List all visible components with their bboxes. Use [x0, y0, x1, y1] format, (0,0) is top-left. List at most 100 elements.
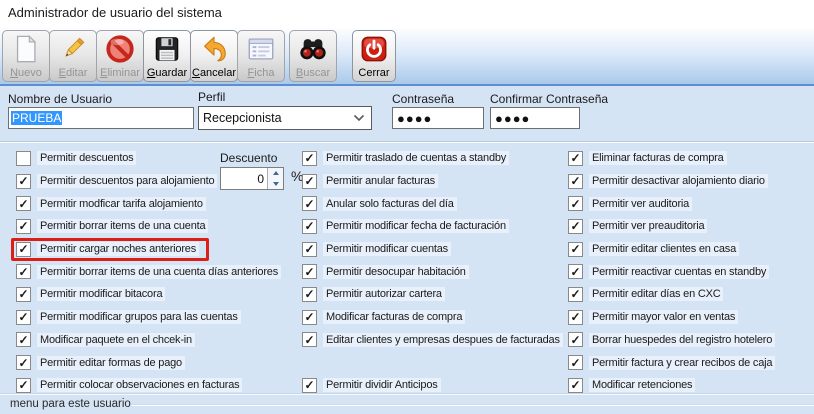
checkbox-permitir-descuentos[interactable] — [16, 150, 31, 166]
permission-label: Permitir modficar tarifa alojamiento — [37, 196, 206, 211]
checkbox-permitir-reactivar-cuentas-en-standby[interactable]: ✓ — [568, 264, 583, 280]
user-admin-window: Administrador de usuario del sistema Nue… — [0, 0, 814, 414]
permission-label: Permitir desocupar habitación — [323, 264, 469, 279]
checkbox-permitir-editar-d-as-en-cxc[interactable]: ✓ — [568, 286, 583, 302]
checkbox-permitir-modficar-tarifa-alojamiento[interactable]: ✓ — [16, 196, 31, 212]
toolbar-button-cancelar[interactable]: Cancelar — [190, 30, 238, 82]
password-input[interactable]: ●●●● — [392, 107, 484, 129]
new-document-icon — [11, 32, 41, 66]
checkbox-permitir-autorizar-cartera[interactable]: ✓ — [302, 286, 317, 302]
permission-row: ✓ Permitir descuentos para alojamiento — [11, 170, 291, 193]
checkbox-permitir-modificar-bitacora[interactable]: ✓ — [16, 286, 31, 302]
toolbar-button-editar[interactable]: Editar — [49, 30, 97, 82]
profile-select[interactable]: Recepcionista — [198, 106, 372, 130]
checkbox-permitir-anular-facturas[interactable]: ✓ — [302, 173, 317, 189]
checkbox-permitir-dividir-anticipos[interactable]: ✓ — [302, 377, 317, 393]
toolbar-button-cerrar[interactable]: Cerrar — [352, 30, 396, 82]
content-area: Nombre de Usuario PRUEBA Perfil Recepcio… — [0, 86, 814, 414]
permissions-column-2: ✓ Permitir traslado de cuentas a standby… — [297, 147, 573, 397]
permission-label: Permitir colocar observaciones en factur… — [37, 378, 243, 393]
permission-label: Permitir borrar items de una cuenta días… — [37, 264, 282, 279]
profile-selected-value: Recepcionista — [203, 111, 282, 125]
confirm-password-input[interactable]: ●●●● — [490, 107, 580, 129]
permission-row: ✓ Eliminar facturas de compra — [563, 147, 785, 170]
checkbox-permitir-modificar-cuentas[interactable]: ✓ — [302, 241, 317, 257]
toolbar-button-guardar[interactable]: Guardar — [143, 30, 191, 82]
checkbox-anular-solo-facturas-del-d-a[interactable]: ✓ — [302, 196, 317, 212]
toolbar-button-label: Editar — [58, 67, 88, 79]
toolbar-button-label: Cancelar — [191, 67, 237, 79]
permission-row: ✓ Anular solo facturas del día — [297, 192, 573, 215]
permission-row: Permitir descuentos — [11, 147, 291, 170]
toolbar: Nuevo Editar Eliminar Guardar Cancelar F… — [0, 28, 814, 86]
checkbox-borrar-huespedes-del-registro-hotelero[interactable]: ✓ — [568, 332, 583, 348]
checkbox-permitir-modificar-fecha-de-facturaci-n[interactable]: ✓ — [302, 218, 317, 234]
checkbox-modificar-facturas-de-compra[interactable]: ✓ — [302, 309, 317, 325]
confirm-password-label: Confirmar Contraseña — [490, 92, 609, 106]
permission-label: Eliminar facturas de compra — [589, 151, 727, 166]
checkbox-modificar-paquete-en-el-chcek-in[interactable]: ✓ — [16, 332, 31, 348]
permission-label: Modificar paquete en el chcek-in — [37, 332, 195, 347]
checkbox-permitir-desocupar-habitaci-n[interactable]: ✓ — [302, 264, 317, 280]
toolbar-button-nuevo[interactable]: Nuevo — [2, 30, 50, 82]
checkbox-permitir-editar-formas-de-pago[interactable]: ✓ — [16, 355, 31, 371]
permission-row — [297, 351, 573, 374]
toolbar-button-label: Cerrar — [358, 67, 390, 79]
permission-label: Permitir cargar noches anteriores — [37, 242, 200, 257]
checkbox-modificar-retenciones[interactable]: ✓ — [568, 377, 583, 393]
username-selected-text: PRUEBA — [11, 111, 63, 125]
checkbox-permitir-traslado-de-cuentas-a-standby[interactable]: ✓ — [302, 150, 317, 166]
checkbox-permitir-ver-auditoria[interactable]: ✓ — [568, 196, 583, 212]
permission-label: Permitir autorizar cartera — [323, 287, 445, 302]
checkbox-permitir-borrar-items-de-una-cuenta-d-as-anteriores[interactable]: ✓ — [16, 264, 31, 280]
permission-label: Permitir desactivar alojamiento diario — [589, 174, 768, 189]
permission-label: Permitir descuentos para alojamiento — [37, 174, 218, 189]
chevron-down-icon — [353, 111, 365, 125]
permission-label: Permitir reactivar cuentas en standby — [589, 264, 770, 279]
power-icon — [359, 32, 389, 66]
toolbar-button-eliminar[interactable]: Eliminar — [96, 30, 144, 82]
toolbar-button-buscar[interactable]: Buscar — [289, 30, 337, 82]
toolbar-button-label: Guardar — [146, 67, 188, 79]
permission-label: Permitir borrar items de una cuenta — [37, 219, 209, 234]
toolbar-button-label: Nuevo — [10, 67, 42, 79]
checkbox-permitir-modificar-grupos-para-las-cuentas[interactable]: ✓ — [16, 309, 31, 325]
checkbox-permitir-cargar-noches-anteriores[interactable]: ✓ — [16, 241, 31, 257]
permission-label: Permitir modificar bitacora — [37, 287, 166, 302]
permission-row: ✓ Permitir modificar grupos para las cue… — [11, 306, 291, 329]
checkbox-permitir-editar-clientes-en-casa[interactable]: ✓ — [568, 241, 583, 257]
checkbox-eliminar-facturas-de-compra[interactable]: ✓ — [568, 150, 583, 166]
permission-label: Permitir anular facturas — [323, 174, 438, 189]
permission-label: Permitir descuentos — [37, 151, 137, 166]
permissions-column-3: ✓ Eliminar facturas de compra ✓ Permitir… — [563, 147, 785, 397]
permission-row: ✓ Permitir ver auditoria — [563, 192, 785, 215]
checkbox-permitir-desactivar-alojamiento-diario[interactable]: ✓ — [568, 173, 583, 189]
checkbox-editar-clientes-y-empresas-despues-de-facturadas[interactable]: ✓ — [302, 332, 317, 348]
permission-label: Permitir traslado de cuentas a standby — [323, 151, 510, 166]
checkbox-permitir-borrar-items-de-una-cuenta[interactable]: ✓ — [16, 218, 31, 234]
footer-groupbox-label: menu para este usuario — [10, 398, 131, 410]
floppy-disk-icon — [152, 32, 182, 66]
permission-row: ✓ Permitir borrar items de una cuenta dí… — [11, 260, 291, 283]
permission-label: Modificar retenciones — [589, 378, 696, 393]
checkbox-permitir-mayor-valor-en-ventas[interactable]: ✓ — [568, 309, 583, 325]
permission-label: Permitir modificar grupos para las cuent… — [37, 310, 241, 325]
permission-label: Editar clientes y empresas despues de fa… — [323, 332, 563, 347]
permission-label: Permitir ver auditoria — [589, 196, 693, 211]
username-input[interactable]: PRUEBA — [8, 107, 194, 129]
permission-label: Modificar facturas de compra — [323, 310, 466, 325]
permission-row: ✓ Permitir reactivar cuentas en standby — [563, 260, 785, 283]
undo-arrow-icon — [199, 32, 229, 66]
permission-row: ✓ Permitir factura y crear recibos de ca… — [563, 351, 785, 374]
checkbox-permitir-colocar-observaciones-en-facturas[interactable]: ✓ — [16, 377, 31, 393]
footer-groupbox-line — [132, 404, 814, 406]
checkbox-permitir-descuentos-para-alojamiento[interactable]: ✓ — [16, 173, 31, 189]
checkbox-permitir-factura-y-crear-recibos-de-caja[interactable]: ✓ — [568, 355, 583, 371]
toolbar-button-ficha[interactable]: Ficha — [237, 30, 285, 82]
password-label: Contraseña — [392, 92, 455, 106]
permission-row: ✓ Permitir ver preauditoria — [563, 215, 785, 238]
toolbar-button-label: Eliminar — [100, 67, 140, 79]
permission-row: ✓ Permitir modificar fecha de facturació… — [297, 215, 573, 238]
profile-label: Perfil — [198, 90, 226, 104]
checkbox-permitir-ver-preauditoria[interactable]: ✓ — [568, 218, 583, 234]
